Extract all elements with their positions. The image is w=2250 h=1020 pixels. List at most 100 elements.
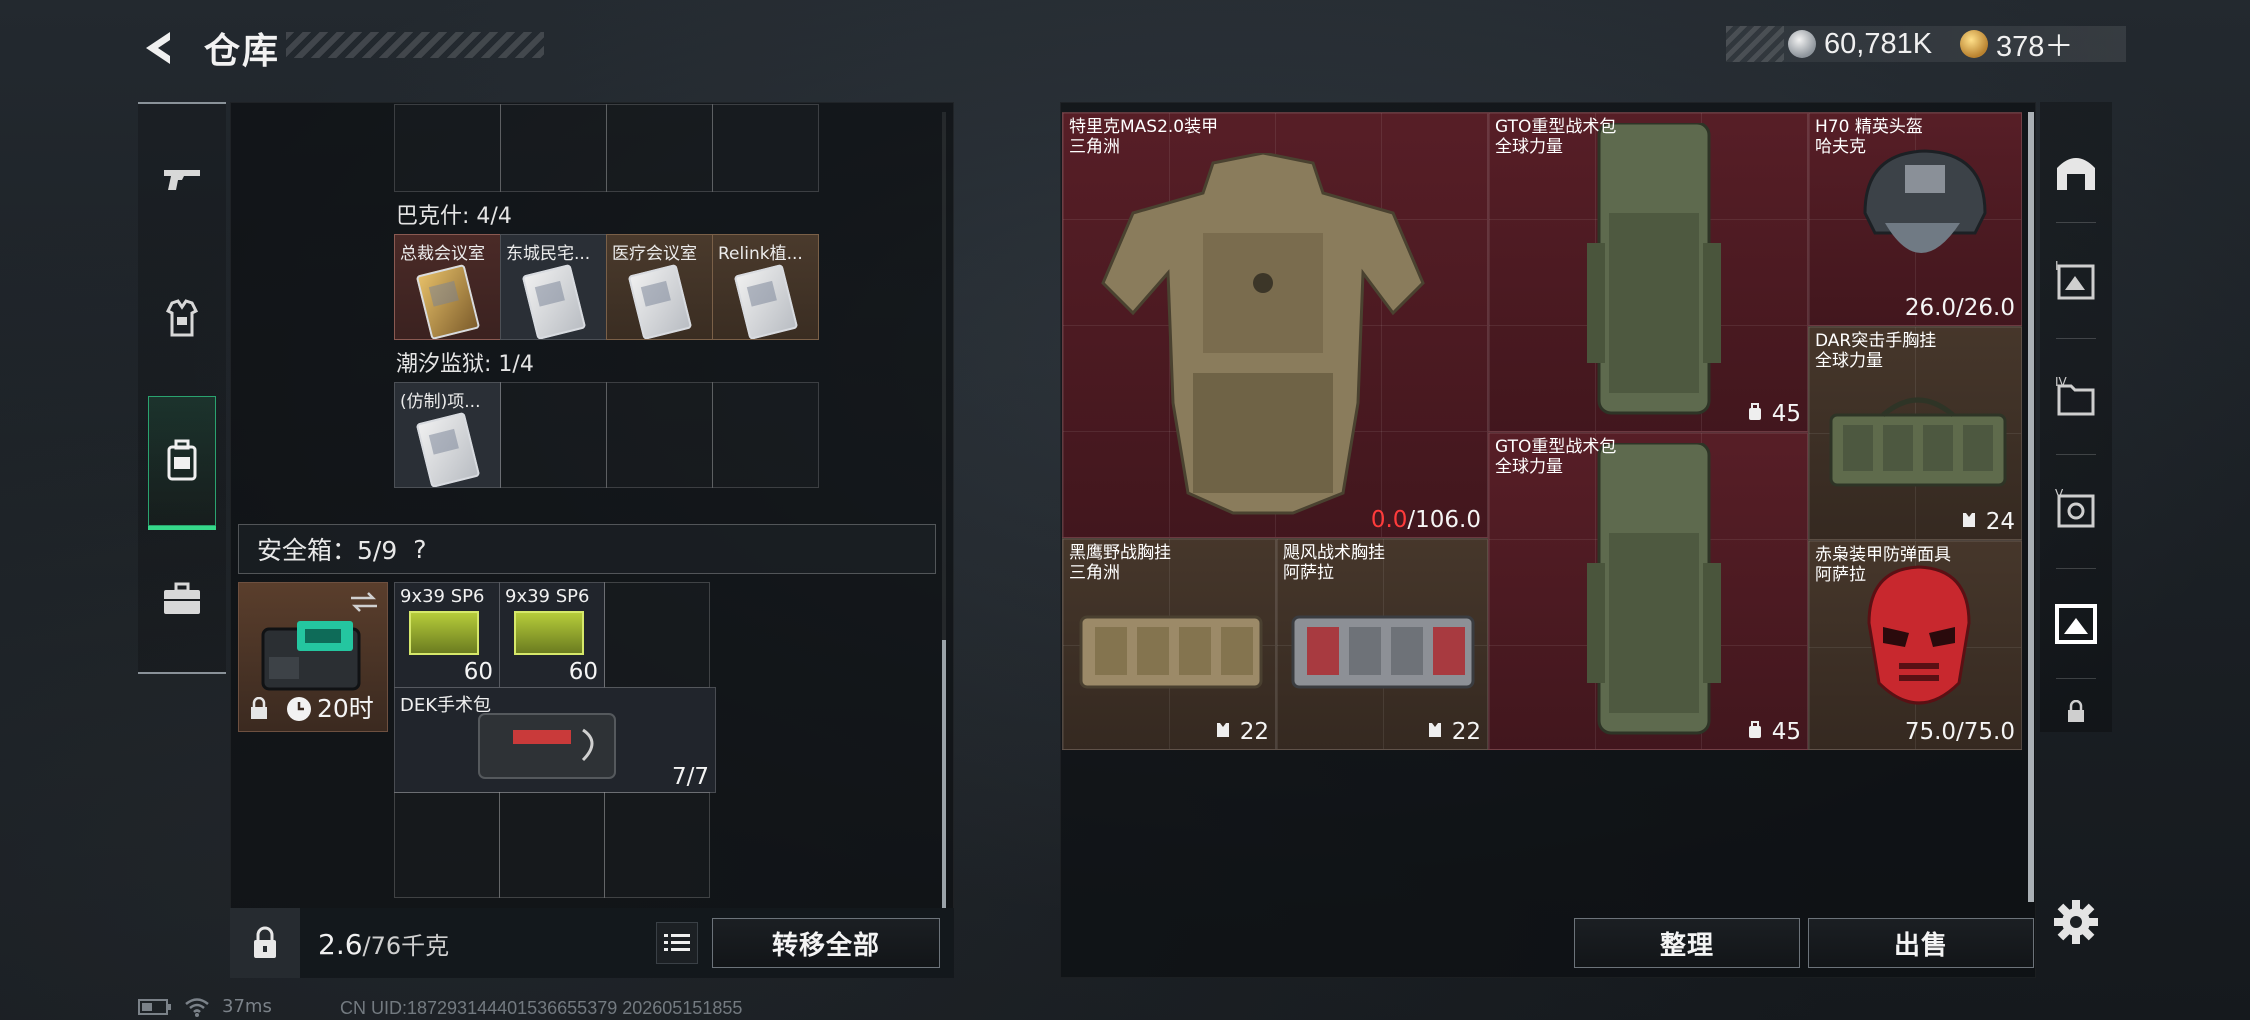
keycard-image [627,263,693,339]
inventory-item-armor[interactable]: 特里克MAS2.0装甲 三角洲 0.0/106.0 [1062,112,1488,538]
grid-slot[interactable] [712,104,819,192]
backpack-capacity-icon [1749,403,1762,420]
settings-button[interactable] [2052,898,2100,946]
warehouse-tab-nav: I IV V [2040,102,2112,732]
grid-slot[interactable] [394,104,501,192]
weight-display: 2.6/76千克 [318,926,449,961]
item-label: 总裁会议室 [400,244,485,264]
left-scrollbar-thumb[interactable] [942,640,946,908]
keycard-item[interactable]: 东城民宅... [500,234,607,340]
back-button[interactable] [136,26,180,70]
grid-slot[interactable] [606,104,713,192]
swap-icon[interactable] [349,591,379,613]
item-capacity: 45 [1746,719,1801,745]
help-icon[interactable]: ? [413,535,426,564]
gold-coin-icon[interactable] [1960,30,1989,58]
grid-slot[interactable] [394,792,500,898]
keycard-item[interactable]: 医疗会议室 [606,234,713,340]
svg-text:I: I [2055,259,2059,273]
inventory-item-mask[interactable]: 赤枭装甲防弹面具 阿萨拉 75.0/75.0 [1808,540,2022,750]
tab-warehouse-5[interactable]: V [2040,458,2112,558]
backpack-image [1587,443,1721,735]
left-category-nav [138,102,226,674]
sell-button[interactable]: 出售 [1808,918,2034,968]
safe-box-container[interactable]: 20时 [238,582,388,732]
item-label: (仿制)项... [400,392,481,412]
gold-balance[interactable]: 378＋ [1996,23,2073,65]
nav-briefcase[interactable] [138,554,226,644]
inventory-item-backpack[interactable]: GTO重型战术包 全球力量 45 [1488,112,1808,432]
item-name: H70 精英头盔 [1815,117,1923,137]
grid-slot[interactable] [500,104,607,192]
grid-slot[interactable] [604,792,710,898]
ammo-box-image [514,611,584,655]
currency-decoration [1726,26,1784,62]
tab-warehouse-selected[interactable] [2040,572,2112,672]
tab-warehouse-4[interactable]: IV [2040,346,2112,446]
capacity-value: 22 [1239,719,1269,745]
nav-armor[interactable] [138,274,226,364]
silver-coin-icon [1788,30,1816,58]
gear-icon [2054,900,2098,944]
storage-box-icon: I [2055,259,2095,300]
tab-warehouse-all[interactable] [2040,120,2112,220]
item-label: 9x39 SP6 [400,586,485,607]
medkit-item[interactable]: DEK手术包 7/7 [394,687,716,793]
right-scrollbar[interactable] [2028,112,2034,902]
section-title-tidal-prison: 潮汐监狱: 1/4 [396,352,534,377]
inventory-item-chest-rig[interactable]: 飓风战术胸挂 阿萨拉 22 [1276,538,1488,750]
item-capacity: 22 [1214,719,1269,745]
keycard-item[interactable]: Relink植... [712,234,819,340]
briefcase-icon [164,582,200,614]
organize-button[interactable]: 整理 [1574,918,1800,968]
tab-locked[interactable] [2040,682,2112,742]
tab-warehouse-1[interactable]: I [2040,230,2112,330]
item-name: 赤枭装甲防弹面具 [1815,545,1951,565]
item-name: 黑鹰野战胸挂 [1069,543,1171,563]
item-name: GTO重型战术包 [1495,117,1617,137]
key-grid-bakesh: 总裁会议室 东城民宅... 医疗会议室 Relink植... [394,234,819,340]
item-durability: 26.0/26.0 [1904,295,2015,321]
item-name: 飓风战术胸挂 [1283,543,1385,563]
keycard-item[interactable]: (仿制)项... [394,382,501,488]
transfer-all-button[interactable]: 转移全部 [712,918,940,968]
item-faction: 全球力量 [1495,137,1563,157]
pistol-icon [164,170,200,190]
grid-slot[interactable] [499,792,605,898]
user-uid: CN UID:187293144401536655379 20260515185… [340,998,743,1018]
item-faction: 全球力量 [1495,457,1563,477]
armor-vest-icon [165,299,199,337]
item-count: 60 [463,659,493,685]
inventory-item-helmet[interactable]: H70 精英头盔 哈夫克 26.0/26.0 [1808,112,2022,326]
item-durability: 0.0/106.0 [1371,507,1481,533]
item-name: DAR突击手胸挂 [1815,331,1937,351]
body-armor-image [1101,153,1425,515]
battery-icon [138,998,171,1015]
safe-box-grid: 9x39 SP6 60 9x39 SP6 60 DEK手术包 7/7 [394,582,716,902]
capacity-value: 22 [1451,719,1481,745]
backpack-capacity-icon [1749,721,1762,738]
item-name: 特里克MAS2.0装甲 [1069,117,1219,137]
ammo-item[interactable]: 9x39 SP6 60 [499,582,605,688]
inventory-item-backpack[interactable]: GTO重型战术包 全球力量 45 [1488,432,1808,750]
list-view-button[interactable] [656,922,698,964]
grid-slot[interactable] [606,382,713,488]
lock-icon [254,926,276,958]
nav-weapons[interactable] [138,134,226,224]
grid-slot[interactable] [500,382,607,488]
currency-bar: 60,781K 378＋ [1726,23,2126,65]
ammo-item[interactable]: 9x39 SP6 60 [394,582,500,688]
chest-rig-image [1079,615,1263,689]
nav-backpack[interactable] [148,396,216,530]
inventory-item-chest-rig[interactable]: 黑鹰野战胸挂 三角洲 22 [1062,538,1276,750]
chest-rig-image [1829,397,2007,487]
lock-button[interactable] [230,908,300,978]
inventory-item-chest-rig[interactable]: DAR突击手胸挂 全球力量 24 [1808,326,2022,540]
svg-text:V: V [2055,487,2064,501]
keycard-item[interactable]: 总裁会议室 [394,234,501,340]
svg-text:IV: IV [2055,375,2068,389]
safe-box-image [261,621,361,691]
grid-slot[interactable] [712,382,819,488]
storage-box-icon: V [2055,487,2095,528]
grid-slot[interactable] [604,582,710,688]
